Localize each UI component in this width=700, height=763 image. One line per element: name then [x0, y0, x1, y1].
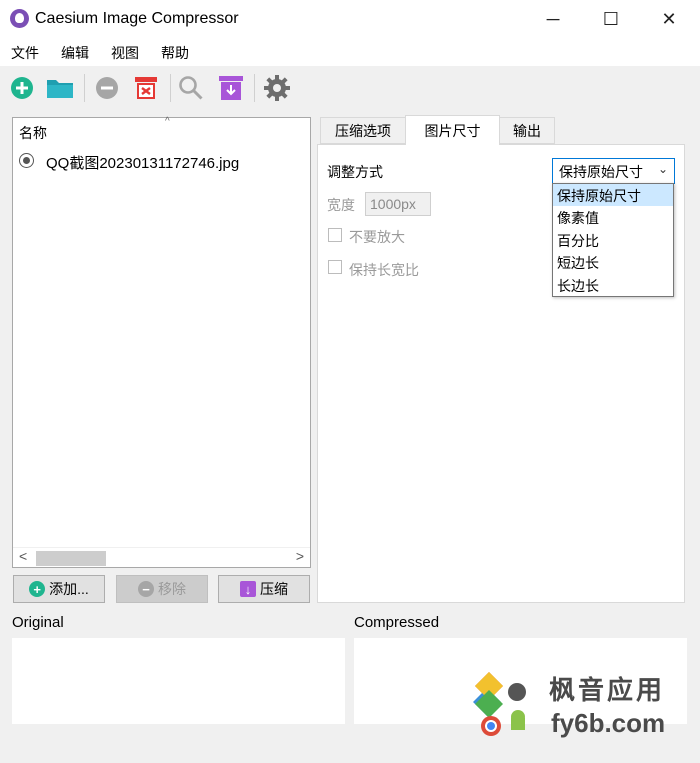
tab-label: 图片尺寸	[424, 122, 481, 139]
sort-indicator-icon: ^	[165, 116, 170, 127]
compressed-label: Compressed	[354, 614, 440, 631]
menu-help[interactable]: 帮助	[161, 43, 189, 63]
scroll-right-icon[interactable]: >	[296, 548, 304, 564]
close-icon: ✕	[661, 8, 677, 29]
menu-edit[interactable]: 编辑	[61, 43, 89, 63]
menu-bar: 文件 编辑 视图 帮助	[0, 38, 700, 66]
resize-mode-select[interactable]: 保持原始尺寸 ⌄	[552, 158, 675, 184]
tab-compression-options[interactable]: 压缩选项	[320, 117, 406, 144]
add-button-label: 添加...	[49, 581, 89, 597]
watermark: 枫音应用 fy6b.com	[471, 668, 700, 763]
dropdown-option[interactable]: 像素值	[553, 206, 673, 228]
settings-icon	[264, 75, 290, 101]
keep-ratio-checkbox[interactable]	[328, 260, 342, 274]
file-status-icon	[19, 153, 34, 168]
file-name: QQ截图20230131172746.jpg	[46, 155, 240, 172]
compress-button-label: 压缩	[260, 581, 288, 597]
add-icon	[11, 77, 33, 99]
clear-list-button[interactable]	[132, 74, 160, 102]
clear-icon	[135, 77, 157, 99]
tab-image-size[interactable]: 图片尺寸	[405, 115, 500, 145]
dropdown-option[interactable]: 长边长	[553, 274, 673, 296]
compress-button[interactable]: ↓ 压缩	[218, 575, 310, 603]
compress-icon: ↓	[240, 581, 256, 597]
menu-view[interactable]: 视图	[111, 43, 139, 63]
menu-file[interactable]: 文件	[11, 43, 39, 63]
close-button[interactable]: ✕	[640, 0, 698, 38]
remove-icon	[96, 77, 118, 99]
horizontal-scrollbar[interactable]: < >	[13, 547, 310, 567]
settings-button[interactable]	[263, 74, 291, 102]
list-item[interactable]: QQ截图20230131172746.jpg	[13, 150, 310, 174]
maximize-icon: ☐	[602, 8, 620, 29]
search-button[interactable]	[177, 74, 205, 102]
list-column-header[interactable]: 名称 ^	[13, 116, 310, 146]
app-logo-icon	[10, 9, 29, 28]
width-input[interactable]: 1000px	[365, 192, 431, 216]
remove-icon: −	[138, 581, 154, 597]
title-bar: Caesium Image Compressor ─ ☐ ✕	[0, 0, 700, 38]
original-preview	[12, 638, 345, 724]
dropdown-option[interactable]: 百分比	[553, 229, 673, 251]
maximize-button[interactable]: ☐	[582, 0, 640, 38]
minimize-icon: ─	[546, 8, 560, 29]
window-title: Caesium Image Compressor	[35, 10, 239, 27]
add-button[interactable]: + 添加...	[13, 575, 105, 603]
remove-button[interactable]	[93, 74, 121, 102]
file-list[interactable]: 名称 ^ QQ截图20230131172746.jpg < >	[12, 116, 311, 568]
remove-button[interactable]: − 移除	[116, 575, 208, 603]
scrollbar-thumb[interactable]	[36, 551, 106, 566]
remove-button-label: 移除	[158, 581, 186, 597]
minimize-button[interactable]: ─	[524, 0, 582, 38]
toolbar-separator	[170, 74, 171, 102]
watermark-line2: fy6b.com	[551, 708, 666, 738]
open-folder-button[interactable]	[46, 74, 74, 102]
no-upscale-label: 不要放大	[349, 229, 405, 245]
dropdown-option[interactable]: 保持原始尺寸	[553, 184, 673, 206]
compress-toolbar-button[interactable]	[217, 74, 245, 102]
add-icon: +	[29, 581, 46, 597]
toolbar-separator	[254, 74, 255, 102]
no-upscale-checkbox[interactable]	[328, 228, 342, 242]
chevron-down-icon: ⌄	[657, 162, 668, 176]
tab-label: 压缩选项	[335, 122, 391, 139]
column-name-label: 名称	[19, 125, 47, 141]
tab-output[interactable]: 输出	[499, 117, 555, 144]
width-label: 宽度	[327, 197, 355, 213]
keep-ratio-label: 保持长宽比	[349, 262, 419, 278]
search-icon	[179, 76, 203, 100]
dropdown-option[interactable]: 短边长	[553, 251, 673, 273]
watermark-logo-icon	[473, 672, 526, 736]
resize-mode-label: 调整方式	[327, 164, 383, 180]
resize-mode-dropdown[interactable]: 保持原始尺寸 像素值 百分比 短边长 长边长	[552, 183, 674, 297]
toolbar-separator	[84, 74, 85, 102]
original-label: Original	[12, 614, 64, 631]
compress-icon	[219, 76, 243, 100]
add-files-button[interactable]	[8, 74, 36, 102]
scroll-left-icon[interactable]: <	[19, 548, 27, 564]
toolbar	[0, 66, 700, 110]
resize-mode-value: 保持原始尺寸	[559, 164, 643, 180]
tab-label: 输出	[513, 122, 541, 139]
open-folder-icon	[47, 80, 73, 98]
watermark-line1: 枫音应用	[549, 675, 666, 705]
